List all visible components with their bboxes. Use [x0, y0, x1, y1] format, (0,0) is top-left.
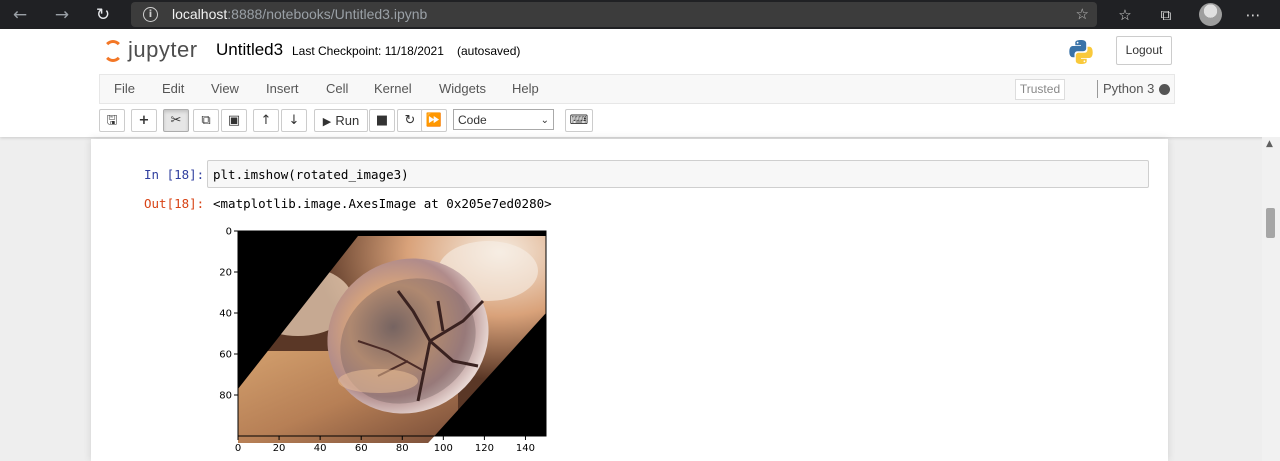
keyboard-icon: ⌨ [569, 113, 589, 128]
autosave-status: (autosaved) [457, 44, 521, 58]
more-menu-icon[interactable]: ⋯ [1242, 4, 1264, 26]
x-tick-label: 60 [355, 443, 368, 454]
jupyter-logo-text: jupyter [128, 37, 198, 62]
restart-run-all-button[interactable]: ⏩ [421, 109, 447, 132]
info-icon[interactable]: i [143, 7, 158, 22]
run-button[interactable]: ▶ Run [314, 109, 368, 132]
forward-arrow-icon[interactable]: → [51, 4, 73, 26]
jupyter-header: jupyter Untitled3 Last Checkpoint: 11/18… [0, 29, 1280, 137]
jupyter-logo-icon [103, 40, 123, 62]
stop-icon: ■ [375, 113, 389, 128]
restart-button[interactable]: ↻ [397, 109, 423, 132]
plus-icon: + [138, 113, 150, 128]
copy-icon: ⧉ [201, 113, 211, 128]
input-prompt: In [18]: [144, 167, 205, 182]
image-plot: 0 20 40 60 80 100 120 140 0 20 40 60 80 [211, 225, 561, 461]
cell-type-value: Code [458, 113, 487, 127]
x-tick-label: 80 [396, 443, 409, 454]
cut-button[interactable]: ✂ [163, 109, 189, 132]
chevron-down-icon: ⌄ [540, 115, 549, 126]
menu-help[interactable]: Help [512, 81, 539, 96]
y-tick-label: 40 [219, 309, 232, 320]
fast-forward-icon: ⏩ [425, 113, 443, 128]
menu-edit[interactable]: Edit [162, 81, 184, 96]
trusted-indicator[interactable]: Trusted [1015, 79, 1065, 100]
move-up-button[interactable]: ↑ [253, 109, 279, 132]
kernel-status-icon [1159, 84, 1170, 95]
url-path: :8888/notebooks/Untitled3.ipynb [227, 6, 428, 22]
x-tick-label: 140 [516, 443, 535, 454]
logout-button[interactable]: Logout [1116, 36, 1172, 65]
x-tick-label: 40 [314, 443, 327, 454]
x-tick-label: 120 [475, 443, 494, 454]
play-icon: ▶ [322, 115, 332, 128]
paste-icon: ▣ [227, 113, 241, 128]
scroll-up-arrow-icon[interactable]: ▲ [1266, 139, 1273, 149]
favorite-star-icon[interactable]: ☆ [1076, 5, 1089, 23]
arrow-up-icon: ↑ [260, 113, 272, 128]
notebook-title[interactable]: Untitled3 [216, 40, 283, 60]
address-bar[interactable]: i localhost:8888/notebooks/Untitled3.ipy… [131, 2, 1097, 27]
jupyter-logo[interactable]: jupyter [101, 37, 211, 67]
cell-type-select[interactable]: Code ⌄ [453, 109, 554, 130]
menu-view[interactable]: View [211, 81, 239, 96]
paste-button[interactable]: ▣ [221, 109, 247, 132]
menu-cell[interactable]: Cell [326, 81, 348, 96]
favorites-icon[interactable]: ☆ [1114, 4, 1136, 26]
command-palette-button[interactable]: ⌨ [565, 109, 593, 132]
output-prompt: Out[18]: [144, 196, 205, 211]
collections-icon[interactable]: ⧉ [1155, 4, 1177, 26]
menu-kernel[interactable]: Kernel [374, 81, 412, 96]
y-tick-label: 20 [219, 268, 232, 279]
image-plot-svg: 0 20 40 60 80 100 120 140 0 20 40 60 80 [219, 227, 547, 454]
y-tick-label: 60 [219, 350, 232, 361]
code-text: plt.imshow(rotated_image3) [213, 167, 409, 182]
scissors-icon: ✂ [170, 113, 182, 128]
python-logo-icon [1069, 40, 1093, 64]
menu-file[interactable]: File [114, 81, 135, 96]
move-down-button[interactable]: ↓ [281, 109, 307, 132]
x-tick-label: 0 [235, 443, 241, 454]
y-tick-label: 80 [219, 391, 232, 402]
output-text: <matplotlib.image.AxesImage at 0x205e7ed… [213, 196, 552, 211]
browser-toolbar: ← → ↻ i localhost:8888/notebooks/Untitle… [0, 0, 1280, 29]
url-host: localhost [172, 6, 228, 22]
kernel-separator [1097, 80, 1098, 98]
checkpoint-status: Last Checkpoint: 11/18/2021 [292, 44, 444, 58]
code-cell-input[interactable]: plt.imshow(rotated_image3) [207, 160, 1149, 188]
run-label: Run [335, 113, 360, 128]
x-tick-label: 100 [434, 443, 453, 454]
menu-insert[interactable]: Insert [266, 81, 299, 96]
url-text[interactable]: localhost:8888/notebooks/Untitled3.ipynb [172, 6, 427, 22]
back-arrow-icon[interactable]: ← [9, 4, 31, 26]
profile-avatar[interactable] [1199, 3, 1222, 26]
x-tick-label: 20 [273, 443, 286, 454]
copy-button[interactable]: ⧉ [193, 109, 219, 132]
menu-bar: File Edit View Insert Cell Kernel Widget… [99, 74, 1175, 104]
menu-widgets[interactable]: Widgets [439, 81, 486, 96]
arrow-down-icon: ↓ [288, 113, 300, 128]
interrupt-button[interactable]: ■ [369, 109, 395, 132]
kernel-name[interactable]: Python 3 [1103, 81, 1154, 96]
save-button[interactable]: 🖫 [99, 109, 125, 132]
notebook-container: In [18]: plt.imshow(rotated_image3) Out[… [91, 139, 1168, 461]
reload-icon[interactable]: ↻ [92, 4, 114, 26]
restart-icon: ↻ [404, 113, 416, 128]
page-scrollbar[interactable]: ▲ [1262, 137, 1280, 461]
scroll-thumb[interactable] [1266, 208, 1275, 238]
y-tick-label: 0 [226, 227, 232, 238]
insert-cell-button[interactable]: + [131, 109, 157, 132]
save-icon: 🖫 [106, 113, 118, 128]
y-axis: 0 20 40 60 80 [219, 227, 238, 402]
